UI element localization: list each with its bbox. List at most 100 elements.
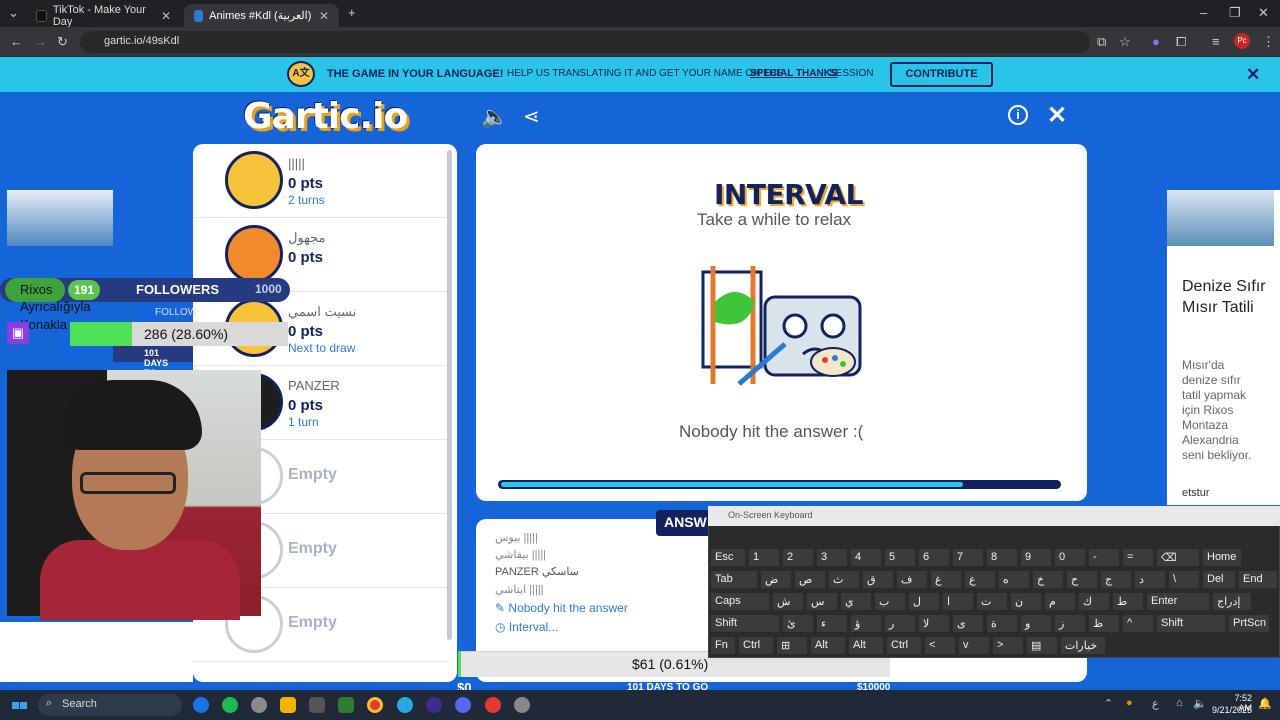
restore-icon[interactable]: ❐ — [1229, 5, 1241, 21]
osk-key[interactable]: Enter — [1146, 592, 1210, 611]
tab-list-icon[interactable]: ⌄ — [8, 5, 19, 21]
clock-date[interactable]: 9/21/2025 — [1212, 705, 1252, 715]
osk-key[interactable]: ⊞ — [776, 636, 808, 655]
osk-key[interactable]: 2 — [782, 548, 814, 567]
osk-key[interactable]: غ — [930, 570, 962, 589]
osk-key[interactable]: لا — [918, 614, 950, 633]
osk-key[interactable]: ئ — [782, 614, 814, 633]
microphone-icon[interactable]: ● — [1126, 697, 1133, 709]
extensions-puzzle-icon[interactable]: ⧠ — [1176, 34, 1186, 50]
url-field[interactable]: gartic.io/49sKdl — [80, 31, 1090, 53]
profile-avatar[interactable]: Pc — [1234, 33, 1250, 49]
osk-key[interactable]: ▤ — [1026, 636, 1058, 655]
osk-key[interactable]: ل — [908, 592, 940, 611]
osk-key[interactable]: - — [1088, 548, 1120, 567]
osk-key[interactable]: 9 — [1020, 548, 1052, 567]
osk-key[interactable]: ق — [862, 570, 894, 589]
tab-gartic[interactable]: Animes #Kdl (العربية) - Garti ✕ — [184, 4, 339, 27]
osk-key[interactable]: > — [992, 636, 1024, 655]
osk-key[interactable]: ف — [896, 570, 928, 589]
forward-icon[interactable]: → — [34, 34, 47, 49]
terminal-icon[interactable] — [338, 697, 354, 713]
contribute-button[interactable]: CONTRIBUTE — [890, 62, 993, 87]
osk-key[interactable]: Ctrl — [886, 636, 922, 655]
minimize-icon[interactable]: – — [1200, 5, 1207, 20]
special-thanks-link[interactable]: SPECIAL THANKS — [750, 68, 838, 79]
osk-key[interactable]: Shift — [1156, 614, 1226, 633]
spotify-icon[interactable] — [222, 697, 238, 713]
menu-kebab-icon[interactable]: ⋮ — [1262, 34, 1275, 50]
player-row[interactable]: ||||| 0 pts 2 turns — [193, 144, 447, 218]
media-icon[interactable]: ≡ — [1212, 34, 1220, 49]
chrome-icon[interactable] — [367, 697, 383, 713]
osk-key[interactable]: v — [958, 636, 990, 655]
osk-key[interactable]: ط — [1112, 592, 1144, 611]
osk-key[interactable]: 0 — [1054, 548, 1086, 567]
edge-icon[interactable] — [193, 697, 209, 713]
window-close-icon[interactable]: ✕ — [1258, 5, 1269, 21]
osk-key[interactable]: = — [1122, 548, 1154, 567]
osk-key[interactable]: ء — [816, 614, 848, 633]
windows-start-icon[interactable] — [12, 697, 28, 713]
osk-key[interactable]: ث — [828, 570, 860, 589]
osk-key[interactable]: إدراج — [1212, 592, 1252, 611]
tab-tiktok[interactable]: TikTok - Make Your Day ✕ — [26, 4, 181, 28]
close-icon[interactable]: ✕ — [161, 9, 171, 23]
telegram-icon[interactable] — [397, 697, 413, 713]
osk-key[interactable]: ^ — [1122, 614, 1154, 633]
osk-key[interactable]: 4 — [850, 548, 882, 567]
opera-icon[interactable] — [485, 697, 501, 713]
osk-key[interactable]: ت — [976, 592, 1008, 611]
store-icon[interactable] — [309, 697, 325, 713]
ad-hotel-image[interactable] — [1167, 190, 1274, 246]
install-icon[interactable]: ⧉ — [1097, 34, 1106, 50]
osk-key[interactable]: ض — [760, 570, 792, 589]
osk-key[interactable]: ر — [884, 614, 916, 633]
ad-title[interactable]: Denize Sıfır Mısır Tatili — [1182, 276, 1272, 318]
osk-key[interactable]: ح — [1066, 570, 1098, 589]
sound-icon[interactable]: 🔈 — [481, 104, 508, 130]
osk-key[interactable]: ع — [964, 570, 996, 589]
osk-key[interactable]: ه — [998, 570, 1030, 589]
osk-key[interactable]: Fn — [710, 636, 736, 655]
osk-key[interactable]: 5 — [884, 548, 916, 567]
settings-gear-icon[interactable] — [514, 697, 530, 713]
tray-chevron-icon[interactable]: ⌃ — [1104, 697, 1113, 710]
osk-key[interactable]: خ — [1032, 570, 1064, 589]
obs-icon[interactable] — [426, 697, 442, 713]
osk-key[interactable]: Caps — [710, 592, 770, 611]
osk-key[interactable]: ؤ — [850, 614, 882, 633]
notification-icon[interactable]: 🔔 — [1258, 697, 1272, 710]
info-icon[interactable]: i — [1008, 105, 1028, 125]
osk-key[interactable]: 1 — [748, 548, 780, 567]
osk-key[interactable]: س — [806, 592, 838, 611]
osk-key[interactable]: Esc — [710, 548, 746, 567]
osk-key[interactable]: ز — [1054, 614, 1086, 633]
osk-key[interactable]: ة — [986, 614, 1018, 633]
discord-icon[interactable] — [455, 697, 471, 713]
exit-icon[interactable]: ✕ — [1047, 101, 1067, 130]
new-tab-icon[interactable]: + — [348, 5, 356, 20]
bookmark-star-icon[interactable]: ☆ — [1119, 34, 1131, 50]
osk-key[interactable]: ن — [1010, 592, 1042, 611]
osk-key[interactable]: Tab — [710, 570, 758, 589]
osk-key[interactable]: Ctrl — [738, 636, 774, 655]
osk-key[interactable]: ⌫ — [1156, 548, 1200, 567]
osk-key[interactable]: ب — [874, 592, 906, 611]
osk-key[interactable]: \ — [1168, 570, 1200, 589]
osk-key[interactable]: د — [1134, 570, 1166, 589]
osk-key[interactable]: 3 — [816, 548, 848, 567]
osk-key[interactable]: Alt — [848, 636, 884, 655]
volume-icon[interactable]: 🔈 — [1193, 697, 1207, 710]
osk-key[interactable]: خيارات — [1060, 636, 1106, 655]
answers-tab[interactable]: ANSW — [656, 510, 712, 536]
osk-key[interactable]: ا — [942, 592, 974, 611]
app-icon[interactable] — [251, 697, 267, 713]
ad-left-banner[interactable] — [7, 190, 113, 246]
osk-key[interactable]: ص — [794, 570, 826, 589]
osk-key[interactable]: 8 — [986, 548, 1018, 567]
file-explorer-icon[interactable] — [280, 697, 296, 713]
banner-close-icon[interactable]: ✕ — [1246, 65, 1260, 85]
osk-key[interactable]: Shift — [710, 614, 780, 633]
osk-key[interactable]: ش — [772, 592, 804, 611]
